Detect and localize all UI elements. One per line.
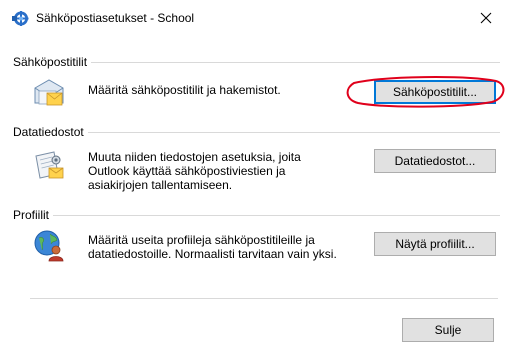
close-icon <box>480 12 492 24</box>
profiles-icon <box>32 228 66 262</box>
section-label-profiles: Profiilit <box>13 208 54 222</box>
data-files-icon <box>32 148 66 182</box>
section-divider <box>90 62 500 63</box>
close-window-button[interactable] <box>472 6 500 30</box>
window-title: Sähköpostiasetukset - School <box>36 11 195 25</box>
footer-divider <box>30 298 498 299</box>
section-description-data-files: Muuta niiden tiedostojen asetuksia, joit… <box>88 150 301 192</box>
section-label-email-accounts: Sähköpostitilit <box>13 55 92 69</box>
section-description-profiles: Määritä useita profiileja sähköpostitile… <box>88 233 337 261</box>
show-profiles-button[interactable]: Näytä profiilit... <box>374 232 496 256</box>
section-divider <box>82 132 500 133</box>
email-accounts-icon <box>32 76 66 110</box>
mail-setup-dialog: Sähköpostiasetukset - School Sähköpostit… <box>0 0 508 358</box>
data-files-button[interactable]: Datatiedostot... <box>374 149 496 173</box>
mail-setup-icon <box>12 10 29 27</box>
section-label-data-files: Datatiedostot <box>13 125 88 139</box>
email-accounts-button[interactable]: Sähköpostitilit... <box>374 80 496 104</box>
title-bar: Sähköpostiasetukset - School <box>0 0 508 32</box>
close-button[interactable]: Sulje <box>402 318 494 342</box>
section-divider <box>52 215 500 216</box>
section-description-email-accounts: Määritä sähköpostitilit ja hakemistot. <box>88 83 281 97</box>
